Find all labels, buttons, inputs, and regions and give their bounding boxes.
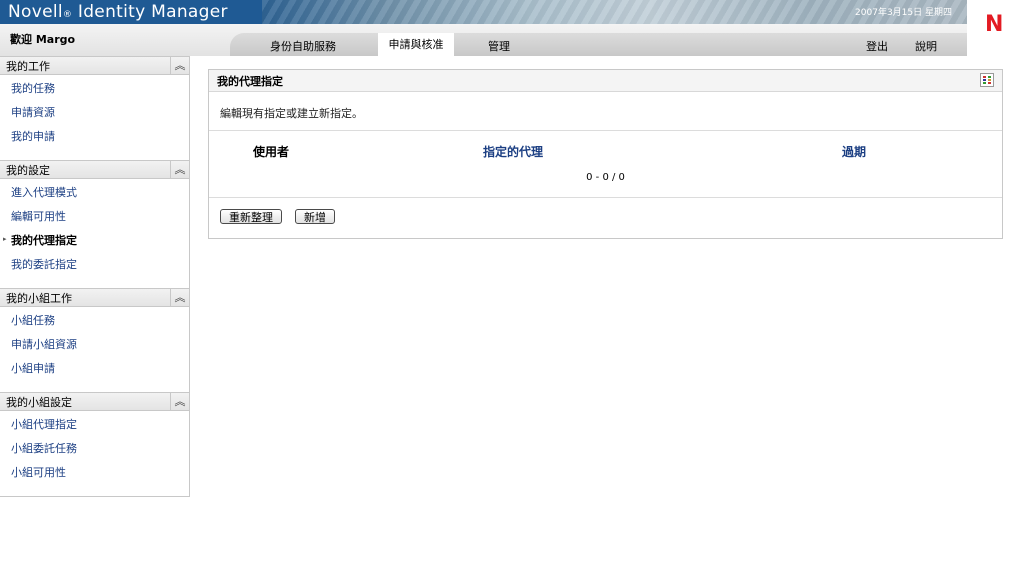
tab-administration[interactable]: 管理 xyxy=(488,38,510,54)
sidebar-section-title: 我的小組工作 xyxy=(6,292,72,305)
tab-identity-self-service[interactable]: 身份自助服務 xyxy=(270,38,336,54)
sidebar-item-team-proxy-assignments[interactable]: 小組代理指定 xyxy=(11,416,77,432)
sidebar-section-my-team-settings: 我的小組設定 ︽ xyxy=(0,392,189,411)
pagination-status: 0 - 0 / 0 xyxy=(586,172,625,183)
panel-header: 我的代理指定 xyxy=(209,70,1002,92)
logout-link[interactable]: 登出 xyxy=(866,38,888,54)
sidebar-section-title: 我的設定 xyxy=(6,164,50,177)
header: Novell® Identity Manager 2007年3月15日 星期四 … xyxy=(0,0,1018,56)
sidebar-item-my-proxy-assignments[interactable]: 我的代理指定 xyxy=(11,232,77,248)
sidebar-item-team-tasks[interactable]: 小組任務 xyxy=(11,312,55,328)
sidebar-section-my-team-work: 我的小組工作 ︽ xyxy=(0,288,189,307)
sidebar-item-my-requests[interactable]: 我的申請 xyxy=(11,128,55,144)
logo-area: N xyxy=(967,0,1018,56)
sidebar-section-my-work: 我的工作 ︽ xyxy=(0,56,189,75)
double-chevron-up-icon[interactable]: ︽ xyxy=(170,289,189,306)
column-header-assigned-proxy[interactable]: 指定的代理 xyxy=(483,143,543,160)
column-header-expiration[interactable]: 過期 xyxy=(842,143,866,160)
sidebar-section-my-settings: 我的設定 ︽ xyxy=(0,160,189,179)
date-display: 2007年3月15日 星期四 xyxy=(855,8,952,18)
sidebar-item-team-availability[interactable]: 小組可用性 xyxy=(11,464,66,480)
panel-menu-icon[interactable] xyxy=(980,73,994,87)
panel-title: 我的代理指定 xyxy=(217,75,283,88)
refresh-button[interactable]: 重新整理 xyxy=(220,209,282,224)
sidebar-item-request-team-resources[interactable]: 申請小組資源 xyxy=(11,336,77,352)
brand-name: Novell xyxy=(8,2,63,22)
registered-mark: ® xyxy=(62,10,73,20)
column-header-user: 使用者 xyxy=(253,145,290,159)
double-chevron-up-icon[interactable]: ︽ xyxy=(170,161,189,178)
sidebar-section-title: 我的工作 xyxy=(6,60,50,73)
sidebar-item-team-requests[interactable]: 小組申請 xyxy=(11,360,55,376)
panel-instructions: 編輯現有指定或建立新指定。 xyxy=(220,107,363,120)
sidebar-item-request-resources[interactable]: 申請資源 xyxy=(11,104,55,120)
sidebar-item-edit-availability[interactable]: 編輯可用性 xyxy=(11,208,66,224)
sidebar: 我的工作 ︽ 我的任務 申請資源 我的申請 我的設定 ︽ 進入代理模式 編輯可用… xyxy=(0,56,190,497)
help-link[interactable]: 說明 xyxy=(915,38,937,54)
divider xyxy=(209,197,1002,198)
novell-logo: N xyxy=(985,12,1004,37)
double-chevron-up-icon[interactable]: ︽ xyxy=(170,57,189,74)
welcome-text: 歡迎 Margo xyxy=(10,33,76,46)
brand-product: Identity Manager xyxy=(72,2,228,22)
tab-strip xyxy=(230,33,967,56)
sidebar-item-team-delegate-tasks[interactable]: 小組委託任務 xyxy=(11,440,77,456)
brand-bar: Novell® Identity Manager xyxy=(0,0,262,24)
double-chevron-up-icon[interactable]: ︽ xyxy=(170,393,189,410)
new-button[interactable]: 新增 xyxy=(295,209,335,224)
sidebar-item-my-delegate-assignments[interactable]: 我的委託指定 xyxy=(11,256,77,272)
sidebar-item-enter-proxy-mode[interactable]: 進入代理模式 xyxy=(11,184,77,200)
active-bullet-icon: ▸ xyxy=(3,235,7,243)
sidebar-section-title: 我的小組設定 xyxy=(6,396,72,409)
app-title: Novell® Identity Manager xyxy=(8,2,228,22)
divider xyxy=(209,130,1002,131)
sidebar-item-my-tasks[interactable]: 我的任務 xyxy=(11,80,55,96)
tab-requests-approvals[interactable]: 申請與核准 xyxy=(378,33,454,56)
proxy-assignments-panel: 我的代理指定 編輯現有指定或建立新指定。 使用者 指定的代理 過期 0 - 0 … xyxy=(208,69,1003,239)
